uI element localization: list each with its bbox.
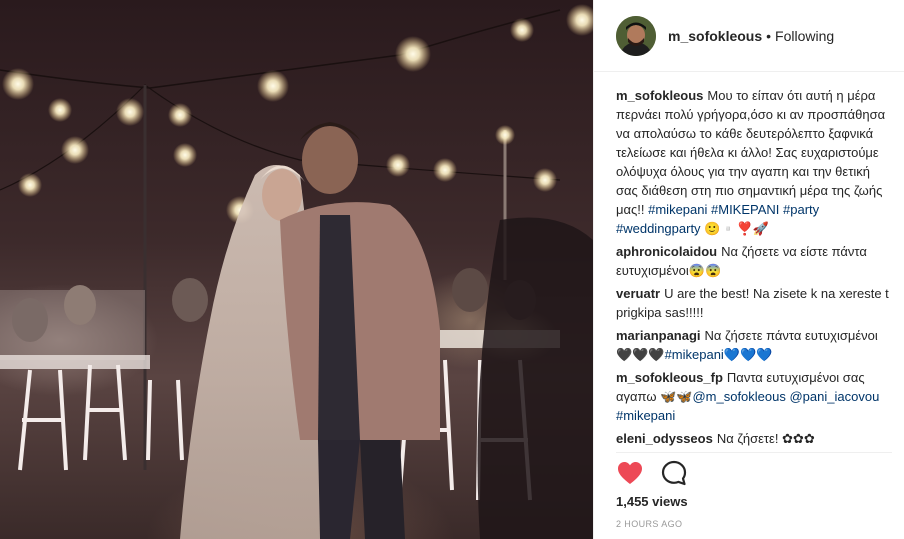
post-sidebar: m_sofokleous • Following m_sofokleous Μου… — [593, 0, 904, 539]
hashtag-link[interactable]: #weddingparty — [616, 221, 701, 236]
separator-dot: • — [766, 27, 772, 44]
comment-username[interactable]: aphronicolaidou — [616, 244, 717, 259]
caption-text: Μου το είπαν ότι αυτή η μέρα περνάει πολ… — [616, 88, 886, 217]
post-timestamp[interactable]: 2 HOURS AGO — [616, 519, 682, 529]
comment-bubble-icon[interactable] — [660, 459, 688, 487]
comment-username[interactable]: marianpanagi — [616, 328, 701, 343]
profile-avatar[interactable] — [616, 15, 656, 56]
hashtag-link[interactable]: #mikepani — [616, 408, 675, 423]
hashtag-link[interactable]: #mikepani — [648, 202, 707, 217]
hashtag-link[interactable]: #MIKEPANI — [711, 202, 779, 217]
comment-username[interactable]: veruatr — [616, 286, 660, 301]
caption: m_sofokleous Μου το είπαν ότι αυτή η μέρα… — [616, 86, 892, 238]
comment-item: veruatr U are the best! Na zisete k na xe… — [616, 284, 892, 322]
view-count[interactable]: 1,455 views — [616, 494, 688, 509]
actions-divider — [616, 452, 892, 453]
comment-item: aphronicolaidou Να ζήσετε να είστε πάντα … — [616, 242, 892, 280]
post-header: m_sofokleous • Following — [594, 0, 904, 72]
comments-list: m_sofokleous Μου το είπαν ότι αυτή η μέρα… — [616, 86, 892, 448]
comment-username[interactable]: m_sofokleous_fp — [616, 370, 723, 385]
hashtag-link[interactable]: #mikepani — [665, 347, 724, 362]
comment-item: marianpanagi Να ζήσετε πάντα ευτυχισμένοι… — [616, 326, 892, 364]
comment-username[interactable]: eleni_odysseos — [616, 431, 713, 446]
post-video[interactable] — [0, 0, 593, 539]
mention-link[interactable]: @pani_iacovou — [789, 389, 879, 404]
following-button[interactable]: Following — [775, 28, 834, 44]
comment-item: m_sofokleous_fp Παντα ευτυχισμένοι σας αγ… — [616, 368, 892, 425]
heart-icon[interactable] — [616, 459, 644, 487]
caption-username[interactable]: m_sofokleous — [616, 88, 703, 103]
comment-item: eleni_odysseos Να ζήσετε! ✿✿✿ — [616, 429, 892, 448]
comment-emoji: 💙💙💙 — [723, 347, 773, 362]
comment-text: Να ζήσετε! ✿✿✿ — [716, 431, 815, 446]
mention-link[interactable]: @m_sofokleous — [692, 389, 785, 404]
post-username[interactable]: m_sofokleous — [668, 28, 762, 44]
caption-emoji: 🙂▫️❣️🚀 — [704, 221, 769, 236]
hashtag-link[interactable]: #party — [783, 202, 819, 217]
action-bar — [616, 459, 704, 487]
